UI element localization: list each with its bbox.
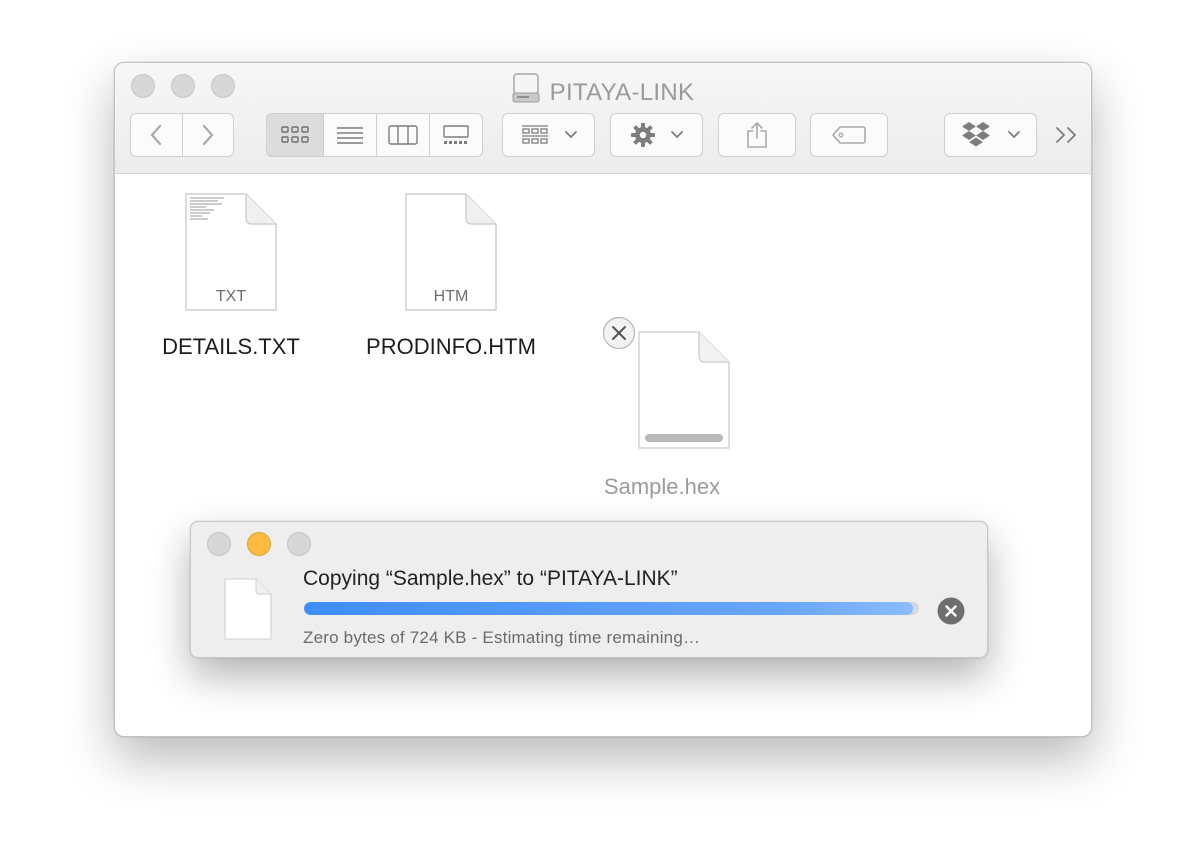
file-item[interactable]: TXT DETAILS.TXT [150,192,312,360]
titlebar: PITAYA-LINK [115,63,1091,174]
tag-icon [832,126,866,144]
minimize-window-button[interactable] [247,532,271,556]
file-name: Sample.hex [603,474,721,499]
list-view-button[interactable] [324,113,377,157]
stop-icon [937,597,965,625]
chevron-left-icon [151,124,162,146]
forward-button[interactable] [183,113,234,157]
chevron-down-icon [670,131,683,139]
double-chevron-right-icon [1056,127,1076,143]
icon-view-button[interactable] [266,113,324,157]
gear-icon [630,123,655,147]
tags-button[interactable] [810,113,888,157]
toolbar-overflow-button[interactable] [1053,121,1081,149]
close-window-button[interactable] [207,532,231,556]
cancel-copy-badge[interactable] [602,316,636,350]
gallery-view-button[interactable] [430,113,483,157]
window-title: PITAYA-LINK [115,73,1091,110]
copy-progress-dialog: Copying “Sample.hex” to “PITAYA-LINK” Ze… [190,521,988,658]
list-icon [337,127,363,144]
chevron-down-icon [564,131,577,139]
close-icon [602,316,636,350]
file-name: PRODINFO.HTM [366,334,536,359]
chevron-down-icon [1007,131,1020,139]
view-mode-control [266,113,483,157]
gallery-icon [443,125,469,144]
share-icon [747,122,767,148]
file-type-label: HTM [433,288,469,305]
stop-copy-button[interactable] [937,597,965,625]
text-document-icon: TXT [184,192,278,312]
file-item[interactable]: HTM PRODINFO.HTM [356,192,546,360]
dropbox-icon [961,122,990,147]
columns-icon [388,125,418,145]
external-drive-icon [512,73,540,110]
grid-icon [281,126,309,143]
document-icon [224,578,272,645]
copy-progress-bar [304,602,919,615]
file-name: DETAILS.TXT [162,334,300,359]
dropbox-button[interactable] [944,113,1037,157]
zoom-window-button[interactable] [287,532,311,556]
progress-fill [304,602,913,615]
html-document-icon: HTM [404,192,498,312]
window-title-text: PITAYA-LINK [549,79,695,106]
file-item-copying[interactable]: Sample.hex [592,316,732,499]
nav-group [130,113,234,157]
group-by-button[interactable] [502,113,595,157]
column-view-button[interactable] [377,113,430,157]
file-type-label: TXT [215,288,247,305]
action-button[interactable] [610,113,703,157]
chevron-right-icon [202,124,213,146]
share-button[interactable] [718,113,796,157]
copy-title: Copying “Sample.hex” to “PITAYA-LINK” [303,567,678,590]
group-icon [521,125,548,144]
back-button[interactable] [131,113,183,157]
copy-status: Zero bytes of 724 KB - Estimating time r… [303,628,701,647]
